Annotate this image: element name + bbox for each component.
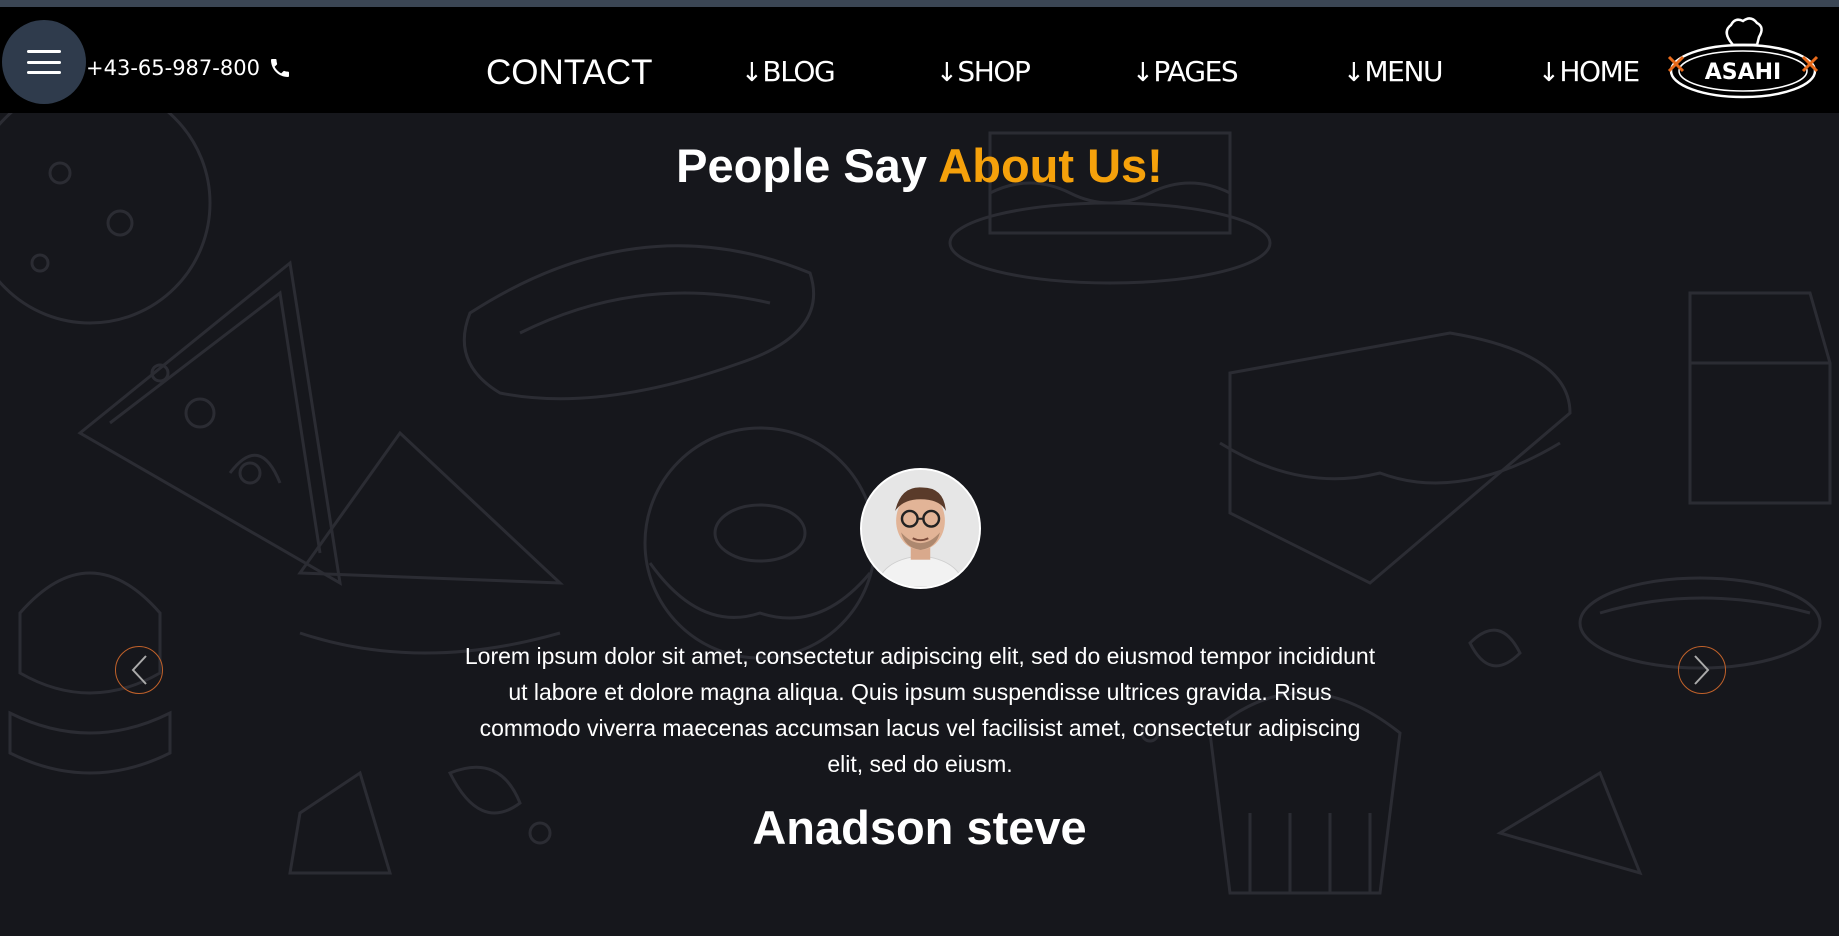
reviewer-name: Anadson steve [752,801,1087,854]
nav-shop[interactable]: ↓SHOP [936,55,1031,88]
logo-text: ASAHI [1705,60,1782,85]
hamburger-icon [27,50,61,74]
testimonials-heading: People Say About Us! [0,138,1839,193]
arrow-down-icon: ↓ [1538,58,1560,88]
nav-menu-label: MENU [1364,55,1443,88]
arrow-down-icon: ↓ [936,58,958,88]
nav-home-label: HOME [1559,55,1640,88]
carousel-next-button[interactable] [1678,646,1726,694]
arrow-down-icon: ↓ [1343,58,1365,88]
chevron-left-icon [131,655,147,685]
asahi-logo[interactable]: ASAHI [1665,13,1820,103]
hamburger-menu-button[interactable] [2,20,86,104]
chevron-right-icon [1694,655,1710,685]
nav-blog[interactable]: ↓BLOG [741,55,836,88]
phone-icon [268,56,292,80]
top-strip [0,0,1839,7]
carousel-prev-button[interactable] [115,646,163,694]
testimonial-quote: Lorem ipsum dolor sit amet, consectetur … [464,643,1376,777]
phone-contact[interactable]: +43-65-987-800 [86,56,292,80]
arrow-down-icon: ↓ [741,58,763,88]
nav-blog-label: BLOG [762,55,835,88]
top-navbar: +43-65-987-800 CONTACT ↓BLOG ↓SHOP ↓PAGE… [0,7,1839,113]
nav-shop-label: SHOP [957,55,1031,88]
nav-pages[interactable]: ↓PAGES [1132,55,1239,88]
reviewer-avatar [860,468,981,589]
nav-pages-label: PAGES [1153,55,1238,88]
phone-number: +43-65-987-800 [86,56,260,80]
heading-main: People Say [676,139,927,192]
nav-home[interactable]: ↓HOME [1538,55,1640,88]
heading-accent: About Us! [938,139,1163,192]
nav-contact[interactable]: CONTACT [486,53,653,93]
nav-contact-label: CONTACT [486,53,653,92]
nav-menu[interactable]: ↓MENU [1343,55,1443,88]
arrow-down-icon: ↓ [1132,58,1154,88]
